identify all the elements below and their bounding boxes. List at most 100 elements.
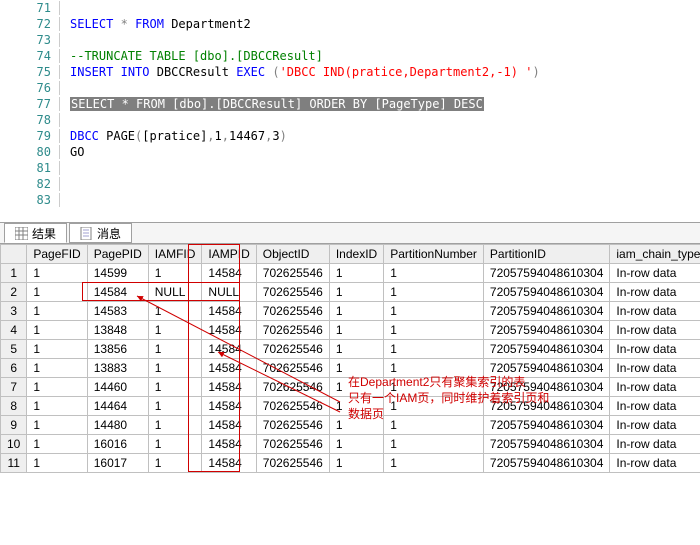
cell[interactable]: NULL [202,283,256,302]
cell[interactable]: 16017 [87,454,148,473]
table-row[interactable]: 9114480114584702625546117205759404861030… [1,416,700,435]
cell[interactable]: 14464 [87,397,148,416]
cell[interactable]: NULL [148,283,202,302]
cell[interactable]: 702625546 [256,283,329,302]
cell[interactable]: 1 [27,283,87,302]
cell[interactable]: 1 [329,397,383,416]
cell[interactable]: 72057594048610304 [483,302,609,321]
cell[interactable]: 702625546 [256,359,329,378]
column-header[interactable]: PartitionID [483,245,609,264]
cell[interactable]: 1 [329,264,383,283]
cell[interactable]: 72057594048610304 [483,416,609,435]
cell[interactable]: 1 [148,454,202,473]
cell[interactable]: In-row data [610,283,700,302]
table-row[interactable]: 5113856114584702625546117205759404861030… [1,340,700,359]
table-row[interactable]: 1111601711458470262554611720575940486103… [1,454,700,473]
cell[interactable]: 1 [384,378,484,397]
cell[interactable]: 13883 [87,359,148,378]
column-header[interactable]: PageFID [27,245,87,264]
cell[interactable]: 1 [329,359,383,378]
cell[interactable]: 1 [148,340,202,359]
cell[interactable]: 14584 [202,359,256,378]
cell[interactable]: 1 [329,302,383,321]
row-number[interactable]: 11 [1,454,27,473]
cell[interactable]: 1 [27,416,87,435]
cell[interactable]: In-row data [610,435,700,454]
cell[interactable]: 702625546 [256,340,329,359]
cell[interactable]: 14599 [87,264,148,283]
cell[interactable]: 14583 [87,302,148,321]
row-number[interactable]: 10 [1,435,27,454]
cell[interactable]: 14584 [202,378,256,397]
cell[interactable]: 72057594048610304 [483,264,609,283]
cell[interactable]: 1 [148,359,202,378]
table-row[interactable]: 3114583114584702625546117205759404861030… [1,302,700,321]
cell[interactable]: 72057594048610304 [483,321,609,340]
cell[interactable]: 72057594048610304 [483,359,609,378]
row-number[interactable]: 6 [1,359,27,378]
cell[interactable]: 14584 [202,340,256,359]
cell[interactable]: 1 [384,454,484,473]
cell[interactable]: 1 [329,321,383,340]
cell[interactable]: 1 [384,416,484,435]
cell[interactable]: 702625546 [256,397,329,416]
cell[interactable]: 702625546 [256,302,329,321]
cell[interactable]: 1 [148,435,202,454]
cell[interactable]: 1 [329,416,383,435]
column-header[interactable]: IAMPID [202,245,256,264]
table-row[interactable]: 8114464114584702625546117205759404861030… [1,397,700,416]
cell[interactable]: 1 [148,378,202,397]
cell[interactable]: 72057594048610304 [483,340,609,359]
cell[interactable]: 1 [384,397,484,416]
cell[interactable]: 702625546 [256,454,329,473]
cell[interactable]: 1 [27,435,87,454]
cell[interactable]: 1 [384,340,484,359]
cell[interactable]: 1 [329,435,383,454]
cell[interactable]: 14584 [202,397,256,416]
cell[interactable]: 1 [27,302,87,321]
cell[interactable]: In-row data [610,378,700,397]
table-row[interactable]: 7114460114584702625546117205759404861030… [1,378,700,397]
row-number[interactable]: 7 [1,378,27,397]
cell[interactable]: 1 [329,454,383,473]
cell[interactable]: In-row data [610,340,700,359]
cell[interactable]: In-row data [610,359,700,378]
cell[interactable]: 1 [329,378,383,397]
cell[interactable]: 1 [27,340,87,359]
row-number[interactable]: 1 [1,264,27,283]
cell[interactable]: 1 [148,416,202,435]
cell[interactable]: 14460 [87,378,148,397]
cell[interactable]: 1 [27,397,87,416]
cell[interactable]: 1 [27,359,87,378]
row-number[interactable]: 3 [1,302,27,321]
results-grid[interactable]: PageFIDPagePIDIAMFIDIAMPIDObjectIDIndexI… [0,244,700,473]
cell[interactable]: 14584 [202,321,256,340]
row-number[interactable]: 5 [1,340,27,359]
results-grid-wrap[interactable]: PageFIDPagePIDIAMFIDIAMPIDObjectIDIndexI… [0,244,700,544]
cell[interactable]: 1 [384,359,484,378]
cell[interactable]: 1 [384,435,484,454]
cell[interactable]: 72057594048610304 [483,378,609,397]
cell[interactable]: 72057594048610304 [483,435,609,454]
cell[interactable]: 702625546 [256,416,329,435]
cell[interactable]: 1 [384,283,484,302]
cell[interactable]: In-row data [610,397,700,416]
column-header[interactable]: PagePID [87,245,148,264]
cell[interactable]: In-row data [610,321,700,340]
cell[interactable]: 1 [148,302,202,321]
table-row[interactable]: 4113848114584702625546117205759404861030… [1,321,700,340]
cell[interactable]: 702625546 [256,264,329,283]
cell[interactable]: 1 [27,378,87,397]
cell[interactable]: 1 [329,340,383,359]
cell[interactable]: 72057594048610304 [483,397,609,416]
cell[interactable]: 14584 [202,435,256,454]
column-header[interactable]: ObjectID [256,245,329,264]
sql-editor[interactable]: 7172SELECT * FROM Department27374--TRUNC… [0,0,700,222]
cell[interactable]: In-row data [610,264,700,283]
results-tab[interactable]: 结果 [4,223,67,243]
cell[interactable]: 1 [384,321,484,340]
cell[interactable]: 72057594048610304 [483,454,609,473]
cell[interactable]: 1 [384,264,484,283]
table-row[interactable]: 1114599114584702625546117205759404861030… [1,264,700,283]
cell[interactable]: 72057594048610304 [483,283,609,302]
